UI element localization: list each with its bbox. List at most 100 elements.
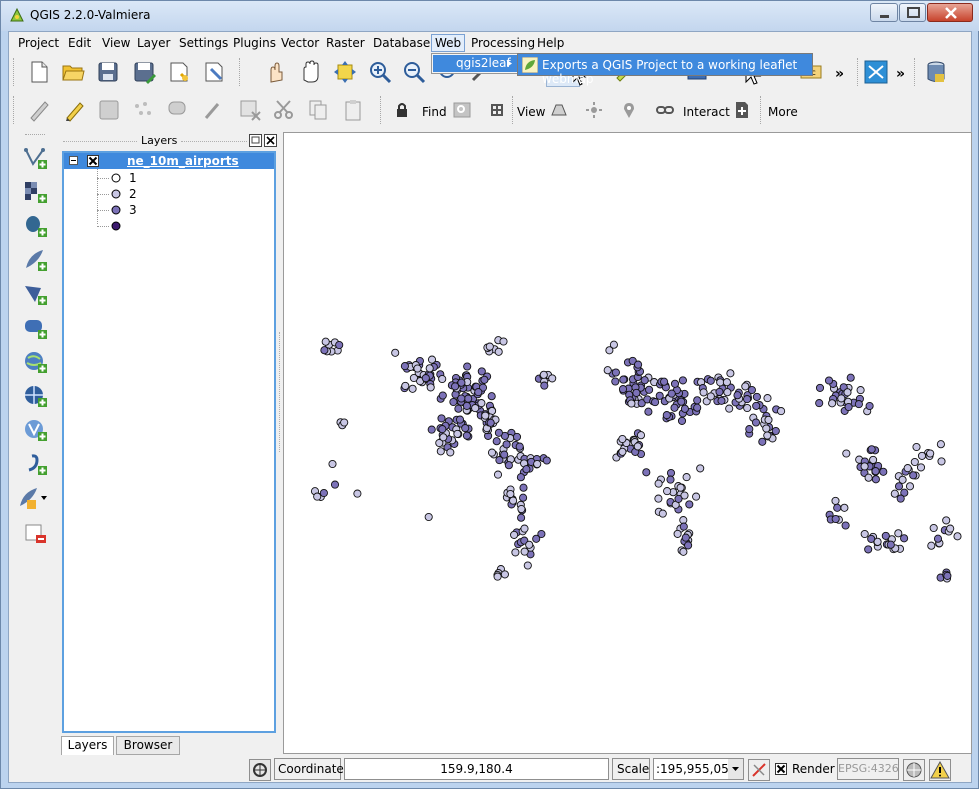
toolbar-handle[interactable]: [25, 134, 45, 136]
airport-point: [487, 448, 497, 457]
menu-view[interactable]: View: [102, 36, 130, 50]
copy-features-icon[interactable]: [306, 98, 330, 122]
airport-point: [715, 387, 724, 396]
map-tips-toggle-icon[interactable]: [249, 759, 271, 781]
new-shapefile-layer-icon[interactable]: [17, 486, 47, 510]
toolbar-overflow-2[interactable]: »: [896, 66, 905, 82]
save-project-icon[interactable]: [96, 60, 120, 84]
menu-vector[interactable]: Vector: [281, 36, 319, 50]
panel-drag-handle[interactable]: [181, 141, 247, 142]
menu-database[interactable]: Database: [373, 36, 430, 50]
menu-bar: Project Edit View Layer Settings Plugins Vecto…: [9, 32, 971, 54]
menu-item-qgis2leaf[interactable]: qgis2leaf: [433, 55, 517, 72]
zoom-out-icon[interactable]: [402, 60, 426, 84]
more-label[interactable]: More: [768, 105, 798, 119]
map-pin-icon[interactable]: [619, 100, 639, 120]
add-spatialite-layer-icon[interactable]: [23, 248, 47, 272]
toggle-editing-icon[interactable]: [63, 98, 87, 122]
move-feature-icon[interactable]: [166, 98, 190, 122]
coordinate-field[interactable]: 159.9,180.4: [344, 758, 609, 780]
add-raster-layer-icon[interactable]: [23, 180, 47, 204]
menu-settings[interactable]: Settings: [179, 36, 228, 50]
lock-icon[interactable]: [392, 100, 412, 120]
tab-browser[interactable]: Browser: [116, 736, 180, 755]
splitter-handle[interactable]: [279, 332, 282, 452]
new-print-composer-icon[interactable]: [167, 60, 191, 84]
toolbar-overflow-1[interactable]: »: [835, 66, 844, 82]
float-panel-icon[interactable]: [249, 134, 262, 147]
save-edits-icon[interactable]: [97, 98, 121, 122]
export-leaflet-menu-item[interactable]: Exports a QGIS Project to a working leaf…: [542, 58, 812, 86]
add-oracle-layer-icon[interactable]: [23, 316, 47, 340]
warning-icon[interactable]: [929, 759, 951, 781]
minimize-button[interactable]: [870, 3, 898, 22]
save-as-icon[interactable]: [132, 60, 156, 84]
cut-features-icon[interactable]: [272, 98, 296, 122]
paste-features-icon[interactable]: [341, 98, 365, 122]
node-tool-icon[interactable]: [202, 98, 226, 122]
open-project-icon[interactable]: [61, 60, 85, 84]
interact-label: Interact: [683, 105, 730, 119]
legend-label: 1: [129, 171, 137, 185]
maximize-button[interactable]: [899, 3, 926, 22]
menu-processing[interactable]: Processing: [471, 36, 535, 50]
add-mssql-layer-icon[interactable]: [23, 282, 47, 306]
render-toggle[interactable]: Render: [773, 758, 835, 780]
delete-selected-icon[interactable]: [238, 98, 262, 122]
close-button[interactable]: [927, 3, 973, 22]
menu-layer[interactable]: Layer: [137, 36, 170, 50]
toolbar-handle[interactable]: [13, 58, 15, 86]
airport-point: [504, 461, 513, 470]
stop-render-icon[interactable]: [748, 759, 770, 781]
panel-drag-handle[interactable]: [63, 141, 137, 142]
add-wfs-layer-icon[interactable]: [23, 418, 47, 442]
layers-tree[interactable]: ne_10m_airports 1 2 3: [62, 151, 276, 733]
crs-status[interactable]: EPSG:4326: [837, 758, 899, 780]
zoom-in-icon[interactable]: [368, 60, 392, 84]
link-icon[interactable]: [655, 100, 675, 120]
composer-manager-icon[interactable]: [202, 60, 226, 84]
airport-point: [676, 483, 685, 492]
toolbar-handle[interactable]: [13, 96, 15, 124]
tab-layers[interactable]: Layers: [61, 736, 114, 755]
pan-to-selection-icon[interactable]: [333, 60, 357, 84]
pan-map-icon[interactable]: [298, 60, 322, 84]
grid-icon[interactable]: [487, 100, 507, 120]
add-bookmark-icon[interactable]: [732, 100, 752, 120]
visibility-checkbox-icon[interactable]: [87, 155, 99, 167]
menu-raster[interactable]: Raster: [326, 36, 365, 50]
menu-web[interactable]: Web: [431, 34, 466, 52]
remove-layer-icon[interactable]: [23, 522, 47, 546]
map-canvas[interactable]: [283, 132, 972, 754]
qgis2leaf-icon[interactable]: [864, 60, 888, 84]
add-postgis-layer-icon[interactable]: [23, 214, 47, 238]
new-project-icon[interactable]: [27, 60, 51, 84]
airport-point: [636, 431, 646, 440]
chevron-down-icon[interactable]: [728, 759, 743, 779]
edit-tools-icon[interactable]: [27, 98, 51, 122]
crs-globe-icon[interactable]: [903, 759, 925, 781]
find-icon[interactable]: [452, 100, 472, 120]
view-extent-icon[interactable]: [549, 100, 569, 120]
menu-project[interactable]: Project: [18, 36, 59, 50]
add-feature-icon[interactable]: [131, 98, 155, 122]
airport-point: [894, 529, 903, 538]
view-sun-icon[interactable]: [584, 100, 604, 120]
airport-point: [436, 447, 445, 456]
layer-name[interactable]: ne_10m_airports: [127, 154, 239, 168]
database-icon[interactable]: [924, 60, 948, 84]
collapse-icon[interactable]: [69, 156, 78, 165]
add-vector-layer-icon[interactable]: [23, 146, 47, 170]
add-wms-layer-icon[interactable]: [23, 350, 47, 374]
scale-combobox[interactable]: :195,955,054: [653, 758, 744, 780]
airport-point: [684, 541, 693, 550]
touch-zoom-icon[interactable]: [263, 60, 287, 84]
menu-help[interactable]: Help: [537, 36, 564, 50]
menu-plugins[interactable]: Plugins: [233, 36, 276, 50]
airport-point: [605, 346, 614, 355]
add-delimited-text-layer-icon[interactable]: [23, 452, 47, 476]
render-checkbox-icon[interactable]: [775, 763, 787, 775]
add-wcs-layer-icon[interactable]: [23, 384, 47, 408]
menu-edit[interactable]: Edit: [68, 36, 91, 50]
close-panel-icon[interactable]: [264, 134, 277, 147]
